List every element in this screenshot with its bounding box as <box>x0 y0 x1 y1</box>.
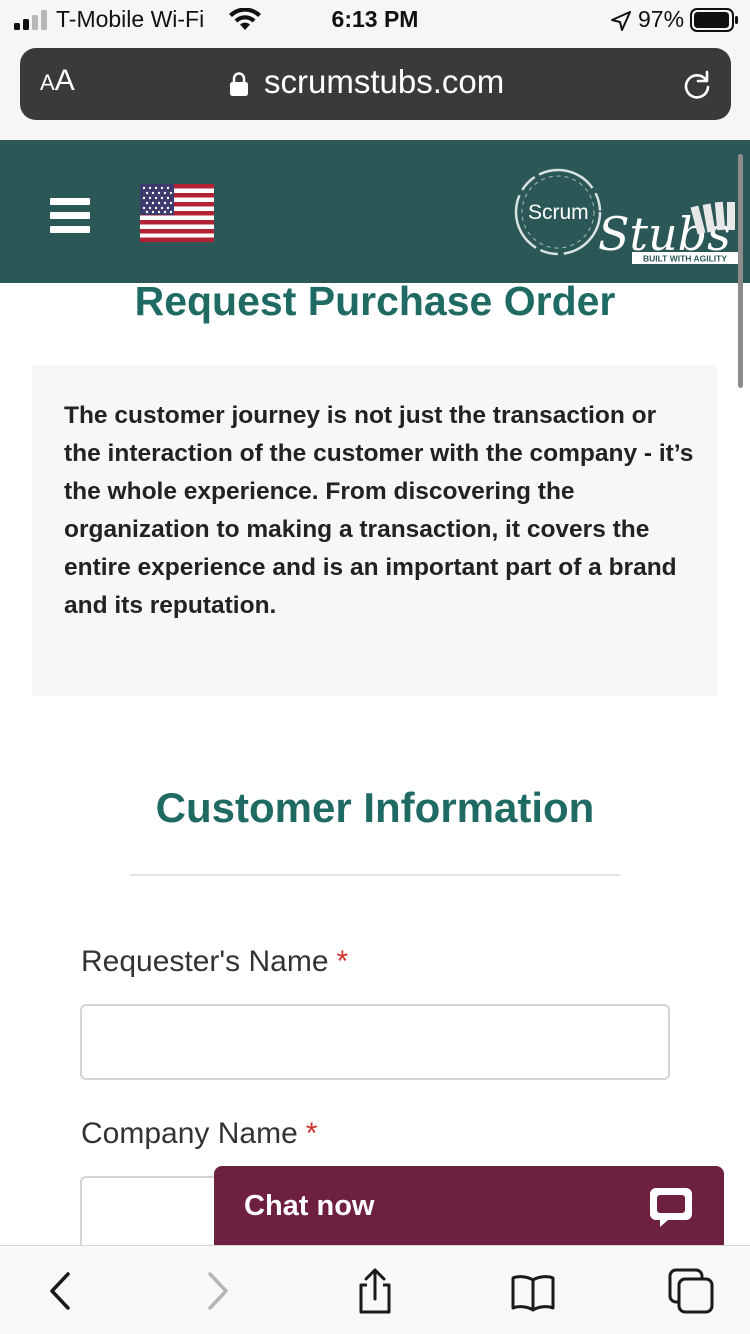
intro-text: The customer journey is not just the tra… <box>64 402 694 619</box>
reload-icon[interactable] <box>682 70 712 100</box>
chat-label: Chat now <box>244 1190 375 1222</box>
divider <box>130 874 620 876</box>
browser-address-area: AA scrumstubs.com <box>0 40 750 140</box>
logo-tagline: BUILT WITH AGILITY <box>643 254 727 264</box>
page-title: Request Purchase Order <box>134 278 616 324</box>
menu-icon[interactable] <box>50 198 90 234</box>
section-title: Customer Information <box>155 784 595 831</box>
required-asterisk: * <box>336 945 349 978</box>
scrollbar[interactable] <box>738 154 743 388</box>
url-text[interactable]: scrumstubs.com <box>264 63 504 101</box>
forward-icon[interactable] <box>194 1268 240 1314</box>
logo-word: Scrum <box>528 201 589 224</box>
bookmarks-icon[interactable] <box>510 1268 556 1314</box>
intro-box: The customer journey is not just the tra… <box>32 365 718 696</box>
browser-toolbar <box>0 1245 750 1334</box>
lock-icon <box>230 72 248 96</box>
requester-name-input[interactable] <box>80 1004 670 1080</box>
scrumstubs-logo[interactable]: Scrum Stubs BUILT WITH AGILITY <box>512 154 740 274</box>
battery-percentage: 97% <box>638 6 685 32</box>
address-bar[interactable]: AA scrumstubs.com <box>20 48 731 120</box>
chat-now-button[interactable]: Chat now <box>214 1166 724 1250</box>
back-icon[interactable] <box>38 1268 84 1314</box>
tabs-icon[interactable] <box>668 1268 714 1314</box>
share-icon[interactable] <box>352 1268 398 1314</box>
text-size-button[interactable]: AA <box>40 64 75 98</box>
status-bar: T-Mobile Wi-Fi 6:13 PM 97% <box>0 0 750 40</box>
location-arrow-icon <box>611 11 631 31</box>
required-asterisk: * <box>305 1117 318 1150</box>
battery-icon <box>690 8 738 32</box>
site-header: Scrum Stubs BUILT WITH AGILITY <box>0 140 750 283</box>
us-flag-icon[interactable] <box>140 184 214 242</box>
company-name-label: Company Name * <box>81 1117 318 1150</box>
chat-bubble-icon <box>650 1188 692 1227</box>
requester-name-label: Requester's Name * <box>81 945 349 978</box>
